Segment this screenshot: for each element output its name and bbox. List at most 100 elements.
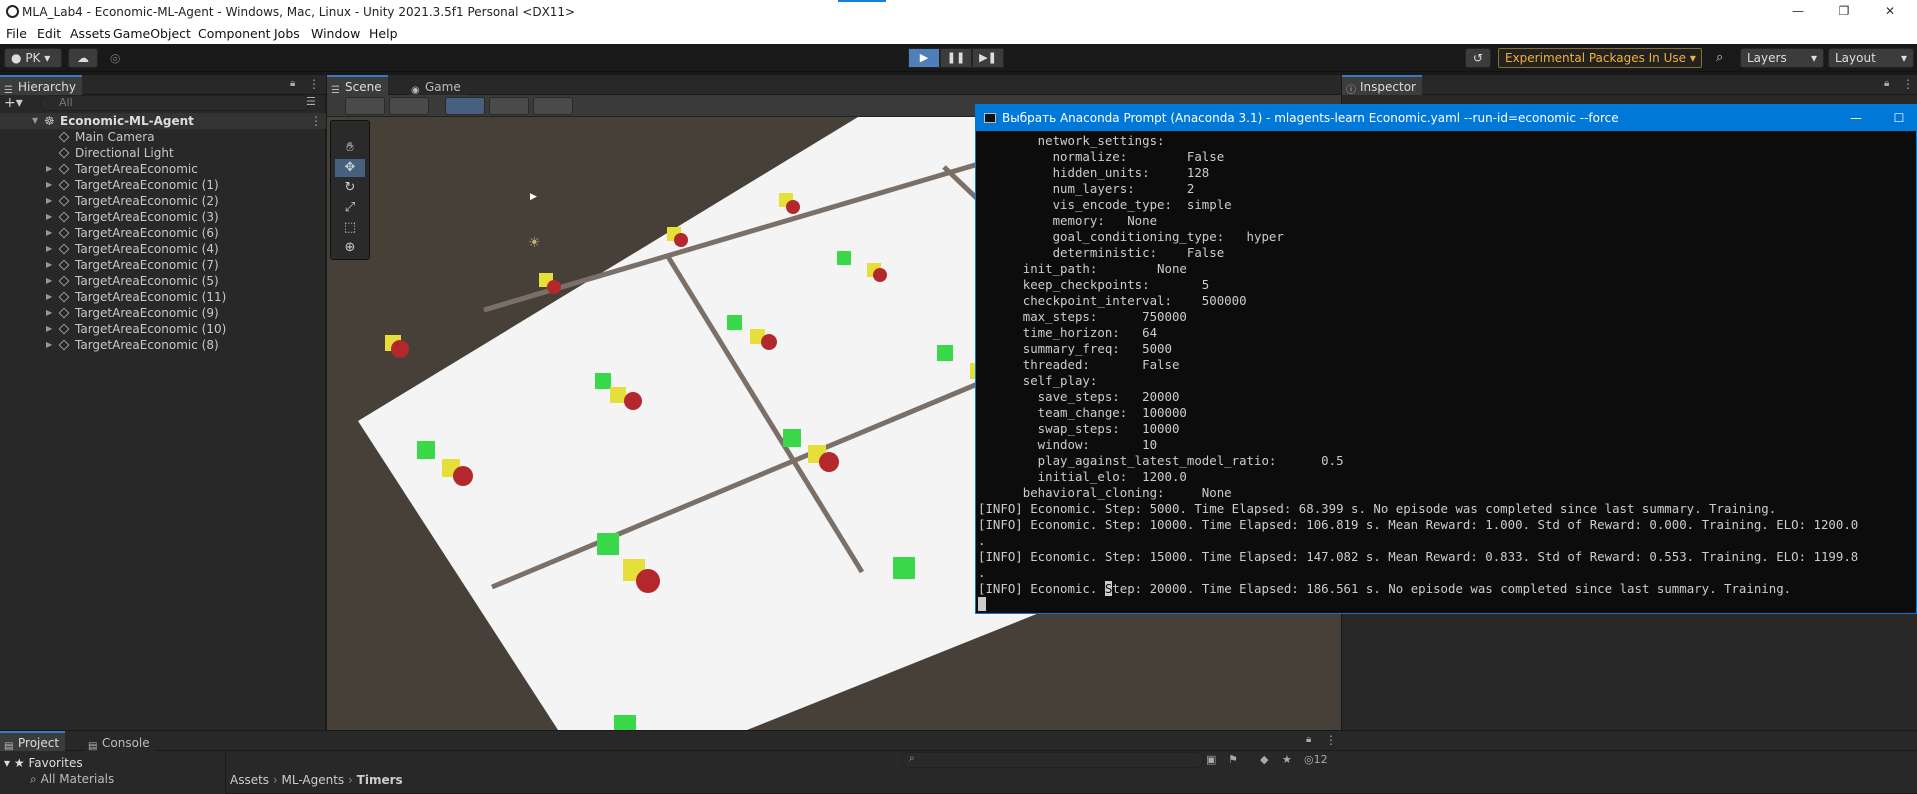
hidden-packages-icon[interactable]: ◎12	[1304, 753, 1328, 766]
cloud-icon[interactable]: ☁	[68, 48, 98, 68]
tab-inspector[interactable]: ⓘ Inspector	[1342, 75, 1422, 96]
tab-game[interactable]: ◉ Game	[407, 75, 467, 96]
agent-cube	[610, 387, 626, 403]
expand-arrow-icon[interactable]: ▶	[46, 161, 52, 177]
list-item[interactable]: ▶ TargetAreaEconomic (6)	[0, 225, 326, 241]
tab-console[interactable]: ▤ Console	[84, 731, 156, 752]
expand-arrow-icon[interactable]: ▶	[46, 193, 52, 209]
menu-edit[interactable]: Edit	[37, 26, 61, 41]
list-item[interactable]: Main Camera	[0, 129, 326, 145]
lock-icon[interactable]: 🔒︎	[1884, 78, 1889, 89]
gameobject-icon	[58, 211, 70, 223]
lock-icon[interactable]: 🔒︎	[290, 78, 295, 89]
layers-label: Layers	[1747, 51, 1787, 65]
favorite-star-icon[interactable]: ★	[1282, 753, 1292, 766]
expand-arrow-icon[interactable]: ▶	[46, 241, 52, 257]
menu-jobs[interactable]: Jobs	[274, 26, 300, 41]
list-item-label: TargetAreaEconomic (7)	[75, 258, 219, 272]
agent-sphere	[761, 334, 777, 350]
hierarchy-search-input[interactable]: All	[40, 95, 310, 111]
menu-gameobject[interactable]: GameObject	[113, 26, 191, 41]
list-item[interactable]: ▶ TargetAreaEconomic (11)	[0, 289, 326, 305]
search-options-icon[interactable]: ☰	[306, 95, 316, 108]
expand-arrow-icon[interactable]: ▶	[46, 305, 52, 321]
list-item[interactable]: ▶ TargetAreaEconomic (3)	[0, 209, 326, 225]
collab-icon[interactable]: ◎	[110, 51, 120, 65]
console-titlebar[interactable]: Выбрать Anaconda Prompt (Anaconda 3.1) -…	[976, 105, 1916, 131]
list-item[interactable]: ▶ TargetAreaEconomic (10)	[0, 321, 326, 337]
lock-icon[interactable]: 🔒︎	[1306, 734, 1311, 745]
expand-arrow-icon[interactable]: ▶	[46, 273, 52, 289]
increment-snap-dropdown[interactable]	[533, 97, 573, 115]
account-dropdown[interactable]: ● PK ▾	[4, 48, 62, 68]
render-mode-dropdown[interactable]	[389, 97, 429, 115]
menu-assets[interactable]: Assets	[70, 26, 111, 41]
minimize-icon[interactable]: —	[1836, 105, 1876, 131]
layout-label: Layout	[1835, 51, 1876, 65]
breadcrumb-item[interactable]: ML-Agents	[282, 773, 345, 787]
list-item[interactable]: ▶ TargetAreaEconomic (4)	[0, 241, 326, 257]
filter-type-icon[interactable]: ▣	[1206, 753, 1216, 766]
list-item[interactable]: ▶ TargetAreaEconomic (9)	[0, 305, 326, 321]
favorites-item[interactable]: ▾ ★ Favorites	[4, 756, 83, 770]
history-icon[interactable]: ↺	[1465, 48, 1491, 68]
tab-project[interactable]: ▤ Project	[0, 731, 66, 752]
list-item[interactable]: ▶ TargetAreaEconomic (5)	[0, 273, 326, 289]
menu-component[interactable]: Component	[198, 26, 271, 41]
search-icon[interactable]: ⌕	[1716, 50, 1723, 65]
expand-arrow-icon[interactable]: ▶	[46, 337, 52, 353]
list-item[interactable]: Directional Light	[0, 145, 326, 161]
console-line: [INFO] Economic. Step: 15000. Time Elaps…	[978, 549, 1859, 564]
expand-arrow-icon[interactable]: ▶	[46, 289, 52, 305]
close-icon[interactable]: ✕	[1867, 0, 1913, 24]
filter-label-icon[interactable]: ⚑	[1228, 753, 1238, 766]
expand-arrow-icon[interactable]: ▶	[46, 177, 52, 193]
expand-arrow-icon[interactable]: ▶	[46, 257, 52, 273]
kebab-menu-icon[interactable]: ⋮	[1902, 77, 1914, 91]
console-line: hidden_units: 128	[978, 165, 1210, 180]
grid-dropdown[interactable]	[489, 97, 529, 115]
anaconda-prompt-window[interactable]: Выбрать Anaconda Prompt (Anaconda 3.1) -…	[975, 104, 1917, 614]
list-item-label: Directional Light	[75, 146, 174, 160]
tab-hierarchy[interactable]: ☰ Hierarchy	[0, 75, 83, 96]
menu-help[interactable]: Help	[369, 26, 398, 41]
expand-arrow-icon[interactable]: ▶	[46, 321, 52, 337]
console-line: .	[978, 533, 986, 548]
grid-snap-toggle[interactable]	[445, 97, 485, 115]
layout-dropdown[interactable]: Layout ▾	[1828, 48, 1914, 68]
breadcrumb-item[interactable]: Assets	[230, 773, 269, 787]
maximize-icon[interactable]: ☐	[1882, 105, 1916, 131]
expand-arrow-icon[interactable]: ▶	[46, 209, 52, 225]
step-button[interactable]: ▶❚	[972, 48, 1004, 68]
label-icon[interactable]: ◆	[1260, 753, 1268, 766]
terminal-icon	[984, 113, 996, 123]
pause-button[interactable]: ❚❚	[940, 48, 972, 68]
layers-dropdown[interactable]: Layers ▾	[1740, 48, 1824, 68]
expand-arrow-icon[interactable]: ▶	[46, 225, 52, 241]
gameobject-icon	[58, 307, 70, 319]
experimental-packages-button[interactable]: Experimental Packages In Use ▾	[1498, 48, 1702, 68]
hierarchy-root[interactable]: ▼ ☸ Economic-ML-Agent ⋮	[0, 113, 326, 129]
list-item[interactable]: ▶ TargetAreaEconomic (1)	[0, 177, 326, 193]
list-item[interactable]: ▶ TargetAreaEconomic (2)	[0, 193, 326, 209]
kebab-menu-icon[interactable]: ⋮	[310, 113, 322, 129]
add-icon[interactable]: +▾	[4, 95, 23, 111]
maximize-icon[interactable]: ❐	[1821, 0, 1867, 24]
breadcrumb-item[interactable]: Timers	[357, 773, 403, 787]
project-search-input[interactable]: ⌕	[902, 752, 1204, 768]
favorites-all-materials[interactable]: ⌕ All Materials	[30, 772, 114, 787]
list-item[interactable]: ▶ TargetAreaEconomic (7)	[0, 257, 326, 273]
play-button[interactable]: ▶	[908, 48, 940, 68]
list-item[interactable]: ▶ TargetAreaEconomic	[0, 161, 326, 177]
agent-sphere	[873, 268, 887, 282]
menu-window[interactable]: Window	[311, 26, 360, 41]
console-line: goal_conditioning_type: hyper	[978, 229, 1284, 244]
kebab-menu-icon[interactable]: ⋮	[308, 77, 320, 91]
menu-file[interactable]: File	[6, 26, 27, 41]
tab-scene[interactable]: ☰ Scene	[327, 75, 388, 96]
minimize-icon[interactable]: —	[1775, 0, 1821, 24]
list-item[interactable]: ▶ TargetAreaEconomic (8)	[0, 337, 326, 353]
expand-arrow-icon[interactable]: ▼	[32, 113, 38, 129]
kebab-menu-icon[interactable]: ⋮	[1325, 733, 1337, 747]
draw-mode-dropdown[interactable]	[345, 97, 385, 115]
